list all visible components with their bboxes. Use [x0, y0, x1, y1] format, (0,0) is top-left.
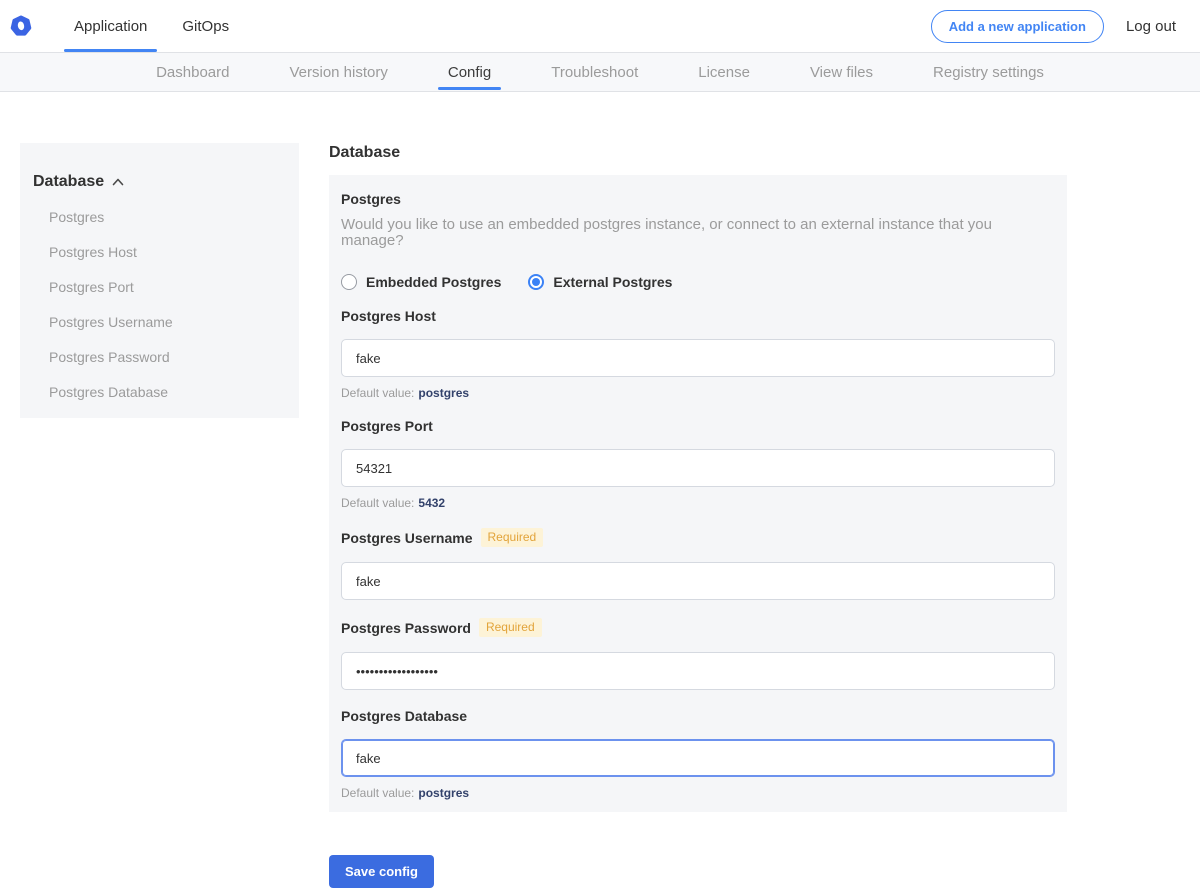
app-logo[interactable] — [10, 15, 32, 37]
active-subnav-underline — [438, 87, 501, 90]
default-value-text: postgres — [418, 386, 469, 400]
postgres-group-label: Postgres — [341, 191, 1055, 207]
subnav-tab-registry-settings[interactable]: Registry settings — [923, 53, 1054, 91]
sidebar-group-database[interactable]: Database — [33, 173, 299, 190]
subnav-tab-license-label: License — [698, 64, 750, 81]
top-tabs: Application GitOps — [64, 0, 239, 52]
sidebar-item-postgres-password[interactable]: Postgres Password — [49, 349, 299, 365]
subnav-tab-version-history-label: Version history — [289, 64, 387, 81]
postgres-port-label: Postgres Port — [341, 418, 433, 434]
config-sidebar: Database Postgres Postgres Host Postgres… — [20, 143, 299, 418]
postgres-help-text: Would you like to use an embedded postgr… — [341, 217, 1055, 249]
postgres-database-default-note: Default value: postgres — [341, 786, 1055, 800]
field-postgres-port: Postgres Port Default value: 5432 — [341, 418, 1055, 510]
tab-application[interactable]: Application — [64, 0, 157, 52]
logout-link[interactable]: Log out — [1126, 18, 1176, 35]
field-postgres-password: Postgres Password Required — [341, 618, 1055, 690]
subnav-tab-dashboard-label: Dashboard — [156, 64, 229, 81]
replicated-logo-icon — [10, 15, 32, 37]
subnav-tab-registry-settings-label: Registry settings — [933, 64, 1044, 81]
sidebar-item-postgres[interactable]: Postgres — [49, 209, 299, 225]
subnav-tab-troubleshoot-label: Troubleshoot — [551, 64, 638, 81]
postgres-password-input[interactable] — [341, 652, 1055, 690]
postgres-port-input[interactable] — [341, 449, 1055, 487]
subnav-tab-view-files[interactable]: View files — [800, 53, 883, 91]
subnav-tab-view-files-label: View files — [810, 64, 873, 81]
field-postgres-host: Postgres Host Default value: postgres — [341, 308, 1055, 400]
sidebar-group-database-label: Database — [33, 173, 104, 190]
postgres-host-default-note: Default value: postgres — [341, 386, 1055, 400]
default-value-prefix: Default value: — [341, 786, 414, 800]
radio-external-postgres[interactable]: External Postgres — [528, 274, 672, 290]
sidebar-item-postgres-username[interactable]: Postgres Username — [49, 314, 299, 330]
postgres-radio-group: Embedded Postgres External Postgres — [341, 274, 1055, 290]
top-nav: Application GitOps Add a new application… — [0, 0, 1200, 52]
subnav-tab-config[interactable]: Config — [438, 53, 501, 91]
tab-application-label: Application — [74, 18, 147, 35]
section-title: Database — [329, 143, 1067, 162]
required-badge: Required — [481, 528, 544, 547]
subnav-tab-license[interactable]: License — [688, 53, 760, 91]
radio-circle-selected[interactable] — [528, 274, 544, 290]
tab-gitops[interactable]: GitOps — [172, 0, 239, 52]
sidebar-item-postgres-port[interactable]: Postgres Port — [49, 279, 299, 295]
default-value-prefix: Default value: — [341, 496, 414, 510]
radio-circle-unselected[interactable] — [341, 274, 357, 290]
add-application-button[interactable]: Add a new application — [931, 10, 1104, 43]
postgres-database-label: Postgres Database — [341, 708, 467, 724]
default-value-text: 5432 — [418, 496, 445, 510]
subnav-tab-troubleshoot[interactable]: Troubleshoot — [541, 53, 648, 91]
default-value-text: postgres — [418, 786, 469, 800]
postgres-host-input[interactable] — [341, 339, 1055, 377]
sidebar-items: Postgres Postgres Host Postgres Port Pos… — [20, 209, 299, 400]
sidebar-item-postgres-host[interactable]: Postgres Host — [49, 244, 299, 260]
postgres-username-label: Postgres Username — [341, 530, 473, 546]
radio-external-postgres-label: External Postgres — [553, 274, 672, 290]
active-tab-underline — [64, 49, 157, 52]
tab-gitops-label: GitOps — [182, 18, 229, 35]
radio-dot — [532, 278, 540, 286]
default-value-prefix: Default value: — [341, 386, 414, 400]
config-main: Database Postgres Would you like to use … — [329, 143, 1067, 888]
radio-embedded-postgres[interactable]: Embedded Postgres — [341, 274, 501, 290]
field-postgres-database: Postgres Database Default value: postgre… — [341, 708, 1055, 800]
field-postgres-username: Postgres Username Required — [341, 528, 1055, 600]
subnav-tab-dashboard[interactable]: Dashboard — [146, 53, 239, 91]
radio-embedded-postgres-label: Embedded Postgres — [366, 274, 501, 290]
chevron-up-icon — [112, 178, 124, 186]
postgres-host-label: Postgres Host — [341, 308, 436, 324]
save-config-button[interactable]: Save config — [329, 855, 434, 888]
required-badge: Required — [479, 618, 542, 637]
app-subnav: Dashboard Version history Config Trouble… — [0, 52, 1200, 92]
postgres-username-input[interactable] — [341, 562, 1055, 600]
subnav-tab-config-label: Config — [448, 64, 491, 81]
subnav-tab-version-history[interactable]: Version history — [279, 53, 397, 91]
postgres-database-input[interactable] — [341, 739, 1055, 777]
postgres-port-default-note: Default value: 5432 — [341, 496, 1055, 510]
sidebar-item-postgres-database[interactable]: Postgres Database — [49, 384, 299, 400]
page-content: Database Postgres Postgres Host Postgres… — [0, 92, 1200, 888]
postgres-password-label: Postgres Password — [341, 620, 471, 636]
config-panel: Postgres Would you like to use an embedd… — [329, 175, 1067, 812]
